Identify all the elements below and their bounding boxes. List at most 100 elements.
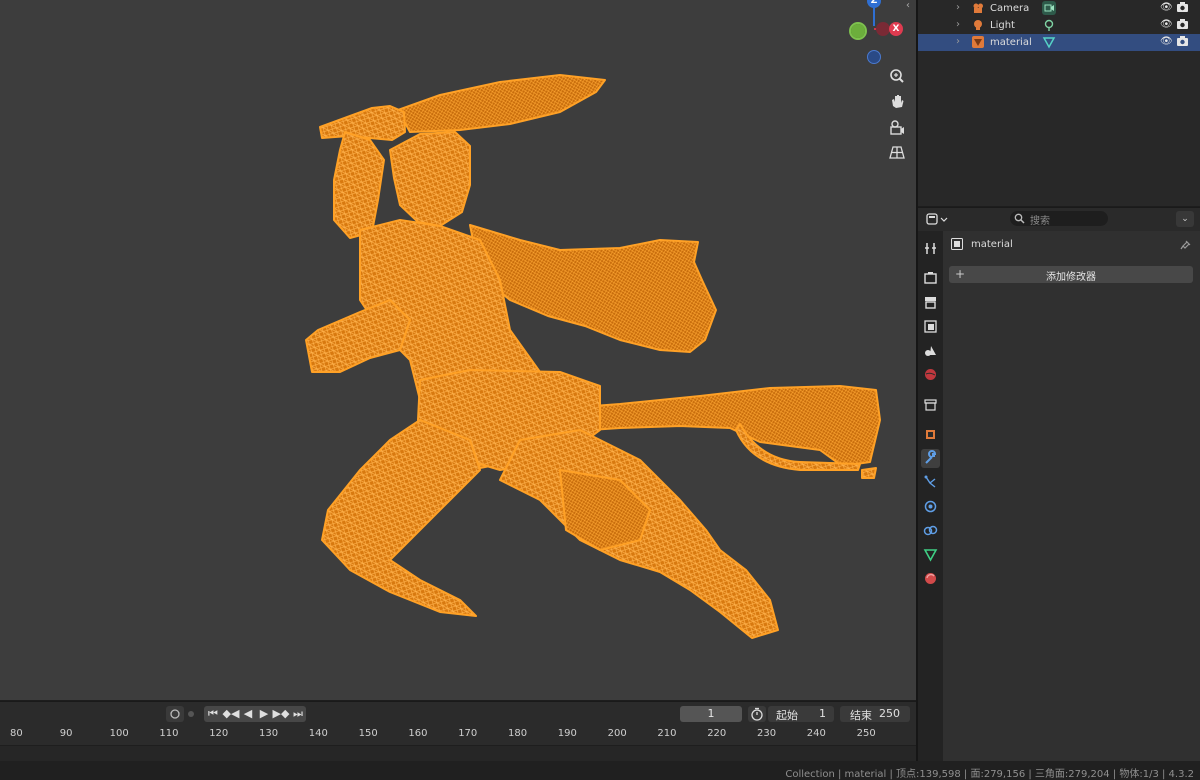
3d-viewport[interactable]: Z X ‹ (0, 0, 916, 700)
camera-view-icon[interactable] (886, 116, 908, 138)
collapse-arrow-icon[interactable]: ‹ (906, 0, 910, 11)
modifier-properties-panel: material + 添加修改器 (943, 231, 1200, 761)
options-chevron-icon[interactable]: ⌄ (1176, 211, 1194, 227)
search-icon (1014, 213, 1025, 224)
render-camera-icon[interactable] (1177, 36, 1188, 46)
outliner-item-material[interactable]: › material 👁 (918, 34, 1200, 51)
end-frame-field[interactable]: 结束 250 (840, 706, 910, 722)
mesh-data-icon[interactable] (1042, 35, 1056, 49)
outliner-item-label: Camera (990, 3, 1030, 14)
constraints-icon[interactable] (921, 521, 940, 540)
ruler-tick-label: 210 (657, 728, 677, 739)
properties-header: 搜索 ⌄ (918, 207, 1200, 232)
ruler-tick-label: 80 (10, 728, 23, 739)
expand-chevron-icon[interactable]: › (956, 36, 960, 47)
add-modifier-button[interactable]: + 添加修改器 (949, 266, 1193, 283)
world-icon[interactable] (921, 365, 940, 384)
outliner-item-label: Light (990, 20, 1015, 31)
jump-to-keyframe-prev-button[interactable]: ◆◀ (222, 706, 240, 722)
particles-icon[interactable] (921, 473, 940, 492)
visibility-eye-icon[interactable]: 👁 (1160, 2, 1173, 13)
axis-y-gizmo[interactable] (851, 24, 865, 38)
axis-x-neg-gizmo[interactable] (876, 22, 890, 36)
ruler-tick-label: 220 (707, 728, 727, 739)
output-icon[interactable] (921, 293, 940, 312)
expand-chevron-icon[interactable]: › (956, 19, 960, 30)
visibility-eye-icon[interactable]: 👁 (1160, 36, 1173, 47)
render-camera-icon[interactable] (1177, 19, 1188, 29)
add-modifier-label: 添加修改器 (1046, 272, 1096, 283)
timeline-track-area[interactable] (0, 745, 916, 761)
start-frame-label: 起始 (776, 709, 798, 722)
perspective-grid-icon[interactable] (886, 141, 908, 163)
zoom-icon[interactable] (886, 65, 908, 87)
camera-object-icon (973, 3, 983, 13)
pan-hand-icon[interactable] (886, 90, 908, 112)
pin-icon[interactable] (1179, 238, 1191, 250)
end-frame-label: 结束 (850, 709, 872, 722)
scene-icon[interactable] (921, 341, 940, 360)
ruler-tick-label: 240 (806, 728, 826, 739)
auto-keying-toggle[interactable] (166, 706, 184, 722)
ruler-tick-label: 130 (259, 728, 279, 739)
axis-x-gizmo[interactable]: X (889, 22, 903, 36)
collection-icon[interactable] (921, 395, 940, 414)
outliner-item-camera[interactable]: › Camera 👁 (918, 0, 1200, 17)
search-placeholder: 搜索 (1030, 216, 1050, 227)
jump-to-start-button[interactable]: ⏮ (204, 706, 222, 722)
visibility-eye-icon[interactable]: 👁 (1160, 19, 1173, 30)
axis-z-line (873, 8, 875, 26)
properties-tab-bar (918, 231, 943, 761)
render-camera-icon[interactable] (1177, 2, 1188, 12)
mesh-object-icon (972, 36, 984, 48)
timeline-divider (0, 745, 916, 746)
axis-z-neg-gizmo[interactable] (867, 50, 881, 64)
view-layer-icon[interactable] (921, 317, 940, 336)
ruler-tick-label: 170 (458, 728, 478, 739)
ruler-tick-label: 160 (408, 728, 428, 739)
expand-chevron-icon[interactable]: › (956, 2, 960, 13)
start-frame-field[interactable]: 起始 1 (768, 706, 834, 722)
end-frame-value: 250 (879, 707, 900, 720)
jump-to-keyframe-next-button[interactable]: ▶◆ (272, 706, 290, 722)
tool-icon[interactable] (921, 239, 940, 258)
timeline-ruler[interactable]: 80 90 100 110 120 130 140 150 160 170 180 190 200 210… (0, 725, 916, 745)
stopwatch-icon[interactable] (748, 706, 766, 722)
ruler-tick-label: 90 (59, 728, 73, 739)
render-icon[interactable] (921, 269, 940, 288)
object-icon[interactable] (921, 425, 940, 444)
wireframe-mesh[interactable] (0, 0, 916, 700)
light-object-icon (974, 20, 982, 30)
data-icon[interactable] (921, 545, 940, 564)
modifier-icon[interactable] (921, 449, 940, 468)
camera-data-icon[interactable] (1042, 1, 1056, 15)
record-icon (170, 709, 180, 719)
current-frame-field[interactable]: 1 (680, 706, 742, 722)
play-button[interactable]: ▶ (256, 706, 272, 722)
object-square-icon (951, 238, 963, 250)
ruler-tick-label: 180 (508, 728, 528, 739)
ruler-tick-label: 110 (159, 728, 179, 739)
status-bar-stats: Collection | material | 顶点:139,598 | 面:2… (785, 769, 1194, 780)
outliner[interactable]: › Camera 👁 › Light 👁 › material 👁 (918, 0, 1200, 206)
outliner-item-light[interactable]: › Light 👁 (918, 17, 1200, 34)
play-reverse-button[interactable]: ◀ (240, 706, 256, 722)
status-bar: Collection | material | 顶点:139,598 | 面:2… (0, 761, 1200, 780)
ruler-tick-label: 230 (757, 728, 777, 739)
light-data-icon[interactable] (1042, 18, 1056, 32)
keying-dot[interactable] (188, 711, 194, 717)
object-name: material (971, 239, 1013, 250)
ruler-tick-label: 250 (856, 728, 876, 739)
jump-to-end-button[interactable]: ⏭ (290, 706, 306, 722)
ruler-tick-label: 190 (557, 728, 577, 739)
physics-icon[interactable] (921, 497, 940, 516)
properties-search-input[interactable]: 搜索 (1010, 211, 1108, 227)
editor-type-dropdown[interactable] (926, 212, 952, 227)
timeline-header: ⏮ ◆◀ ◀ ▶ ▶◆ ⏭ 1 起始 1 结束 250 (0, 701, 916, 726)
outliner-item-label: material (990, 37, 1032, 48)
ruler-tick-label: 150 (358, 728, 378, 739)
ruler-tick-label: 120 (209, 728, 229, 739)
start-frame-value: 1 (819, 707, 826, 720)
material-icon[interactable] (921, 569, 940, 588)
ruler-tick-label: 200 (607, 728, 627, 739)
